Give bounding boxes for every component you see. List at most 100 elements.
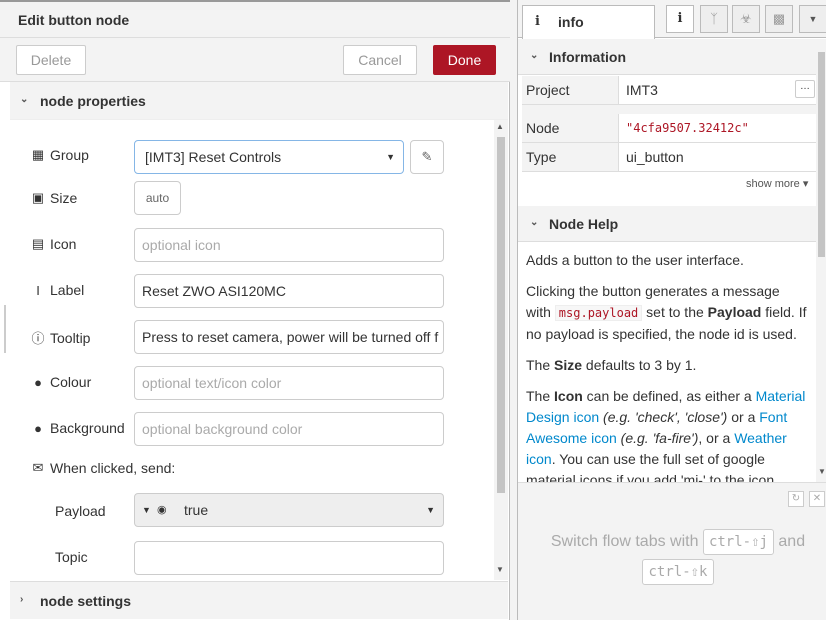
tray-title: Edit button node <box>18 12 130 28</box>
icon-input[interactable]: optional icon <box>134 228 444 262</box>
info-icon: i <box>535 14 540 29</box>
sidebar-menu-button[interactable]: ▼ <box>799 5 826 33</box>
background-label-text: Background <box>50 420 125 436</box>
tray-toolbar: Delete Cancel Done <box>0 38 510 82</box>
project-history-tab-button[interactable]: ᛉ <box>700 5 728 33</box>
info-key: Project <box>522 76 619 104</box>
section-node-settings[interactable]: › node settings <box>10 581 508 619</box>
info-icon: i <box>677 11 683 26</box>
info-key: Node <box>522 114 619 142</box>
icon-label: ▤ Icon <box>30 236 77 252</box>
help-text: The <box>526 357 555 373</box>
info-tab-button[interactable]: i <box>666 5 694 33</box>
project-options-button[interactable]: … <box>795 80 815 98</box>
scroll-down-icon[interactable]: ▼ <box>818 467 826 476</box>
bug-icon: ☣ <box>740 11 752 26</box>
edit-group-button[interactable]: ✎ <box>410 140 444 174</box>
caret-down-icon: ▼ <box>808 14 818 24</box>
payload-value: true <box>184 502 209 518</box>
shortcut-key: ctrl-⇧j <box>702 529 774 555</box>
help-text: . You can use the full set of google mat… <box>526 451 775 482</box>
node-help-content: Adds a button to the user interface. Cli… <box>518 244 816 482</box>
delete-button[interactable]: Delete <box>16 45 86 75</box>
background-input[interactable]: optional background color <box>134 412 444 446</box>
info-value: IMT3 <box>626 82 658 98</box>
section-information-label: Information <box>549 49 626 65</box>
caret-down-icon[interactable]: ▼ <box>426 494 435 526</box>
chevron-right-icon: › <box>20 594 24 605</box>
tint-icon: ● <box>34 420 42 436</box>
tips-panel: ↻ ✕ Switch flow tabs with ctrl-⇧j and ct… <box>518 482 826 620</box>
branch-icon: ᛉ <box>710 11 718 26</box>
chevron-down-icon: ⌄ <box>530 50 539 61</box>
tooltip-input[interactable]: Press to reset camera, power will be tur… <box>134 320 444 354</box>
sidebar-scrollbar-thumb[interactable] <box>818 52 825 257</box>
label-label: I Label <box>30 282 84 298</box>
image-icon: ▤ <box>31 236 45 251</box>
payload-typed-input[interactable]: ▼ ◉ true ▼ <box>134 493 444 527</box>
tooltip-label-text: Tooltip <box>50 329 91 346</box>
section-information[interactable]: ⌄ Information <box>518 39 816 75</box>
boolean-type-icon: ◉ <box>157 504 167 516</box>
sidebar: i info i ᛉ ☣ ▩ ▼ ⌄ Information Project I… <box>517 0 826 620</box>
group-select[interactable]: [IMT3] Reset Controls ▼ <box>134 140 404 174</box>
help-paragraph: Clicking the button generates a message … <box>526 281 808 345</box>
info-value: "4cfa9507.32412c" <box>626 121 749 135</box>
topic-label: Topic <box>55 549 88 565</box>
help-text: or a <box>727 409 760 425</box>
label-input[interactable]: Reset ZWO ASI120MC <box>134 274 444 308</box>
size-label-text: Size <box>50 190 78 206</box>
tray-resize-handle[interactable] <box>4 305 6 353</box>
info-row-node: Node "4cfa9507.32412c" <box>522 114 816 143</box>
close-icon[interactable]: ✕ <box>809 491 825 507</box>
pencil-icon: ✎ <box>421 149 433 164</box>
done-button[interactable]: Done <box>433 45 496 75</box>
help-bold: Size <box>554 357 583 373</box>
refresh-icon[interactable]: ↻ <box>788 491 804 507</box>
section-node-help[interactable]: ⌄ Node Help <box>518 206 816 242</box>
info-row-project: Project IMT3 … <box>522 76 816 105</box>
colour-label: ● Colour <box>30 374 91 390</box>
tab-info[interactable]: i info <box>522 5 655 39</box>
section-node-help-label: Node Help <box>549 216 619 232</box>
payload-label: Payload <box>55 503 106 519</box>
show-more-link[interactable]: show more ▾ <box>746 177 808 190</box>
envelope-icon: ✉ <box>32 460 44 475</box>
topic-input[interactable] <box>134 541 444 575</box>
help-example: (e.g. 'check', 'close') <box>599 409 728 425</box>
help-code: msg.payload <box>554 305 643 321</box>
table-icon: ▦ <box>31 147 45 162</box>
caret-down-icon[interactable]: ▼ <box>142 494 151 526</box>
table-spacer <box>522 105 816 114</box>
when-clicked-label: ✉ When clicked, send: <box>30 460 176 476</box>
help-text: set to the <box>642 304 708 320</box>
cancel-button[interactable]: Cancel <box>343 45 417 75</box>
scroll-down-icon[interactable]: ▼ <box>496 565 504 574</box>
icon-label-text: Icon <box>50 236 77 252</box>
colour-input[interactable]: optional text/icon color <box>134 366 444 400</box>
dashboard-tab-button[interactable]: ▩ <box>765 5 793 33</box>
section-node-properties[interactable]: ⌄ node properties <box>10 82 508 120</box>
chevron-down-icon: ⌄ <box>20 94 29 105</box>
help-text: Adds a button to the user interface. <box>526 252 744 268</box>
shortcut-key: ctrl-⇧k <box>642 559 714 585</box>
help-text: The <box>526 388 555 404</box>
chevron-down-icon: ⌄ <box>530 217 539 228</box>
tab-info-label: info <box>558 14 584 30</box>
help-bold: Icon <box>554 388 583 404</box>
debug-tab-button[interactable]: ☣ <box>732 5 760 33</box>
tip-text: Switch flow tabs with ctrl-⇧j and ctrl-⇧… <box>538 527 818 587</box>
node-properties-form: ▦ Group [IMT3] Reset Controls ▼ ✎ ▣ Size… <box>10 120 508 580</box>
form-scrollbar-thumb[interactable] <box>497 137 505 493</box>
section-node-properties-label: node properties <box>40 93 146 109</box>
background-label: ● Background <box>30 420 125 436</box>
scroll-up-icon[interactable]: ▲ <box>496 122 504 131</box>
group-label: ▦ Group <box>30 147 89 163</box>
section-node-settings-label: node settings <box>40 593 132 609</box>
size-picker-button[interactable]: auto <box>134 181 181 215</box>
tip-text-part: Switch flow tabs with <box>550 533 699 550</box>
help-example: (e.g. 'fa-fire') <box>616 430 699 446</box>
group-label-text: Group <box>50 147 89 163</box>
help-text: defaults to 3 by 1. <box>582 357 697 373</box>
when-clicked-label-text: When clicked, send: <box>50 460 176 476</box>
